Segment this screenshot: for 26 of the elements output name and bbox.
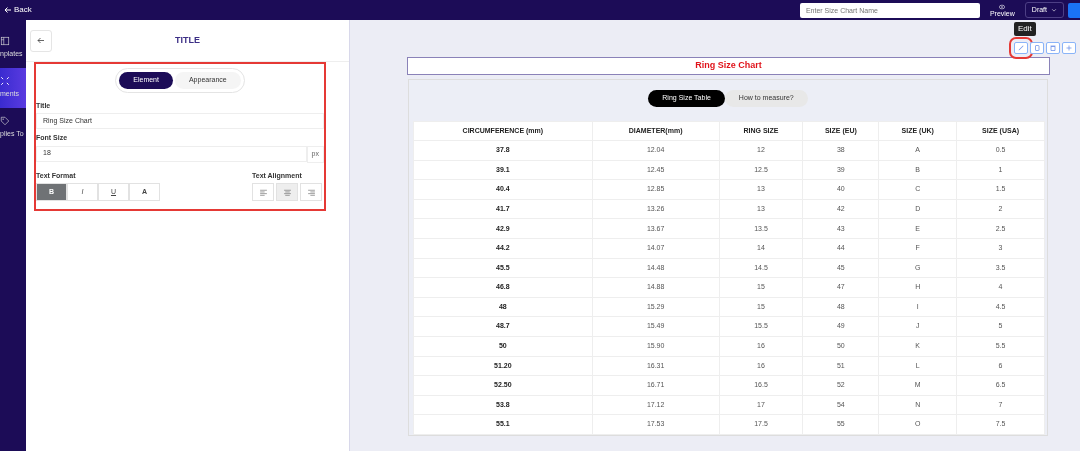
back-button[interactable]: Back (0, 4, 36, 16)
chart-title: Ring Size Chart (407, 57, 1050, 75)
align-button[interactable] (276, 183, 298, 201)
eye-icon (998, 3, 1007, 10)
pencil-icon (1017, 44, 1025, 52)
align-button[interactable] (300, 183, 322, 201)
delete-button[interactable] (1046, 42, 1060, 54)
align-center-icon (282, 187, 292, 197)
align-right-icon (306, 187, 316, 197)
plus-icon (1065, 44, 1073, 52)
arrow-left-icon (37, 36, 45, 45)
save-button[interactable] (1068, 2, 1080, 18)
copy-icon (1033, 44, 1041, 52)
align-button[interactable] (252, 183, 274, 201)
chevron-down-icon (1051, 7, 1057, 13)
arrow-left-icon (4, 6, 12, 14)
tag-icon (0, 116, 10, 127)
trash-icon (1049, 44, 1057, 52)
tooltip: Edit (1014, 22, 1036, 36)
panel-title: TITLE (174, 33, 201, 47)
arrows-icon (0, 76, 10, 87)
copy-button[interactable] (1030, 42, 1044, 54)
add-button[interactable] (1062, 42, 1076, 54)
back-button[interactable] (30, 29, 52, 52)
align-left-icon (258, 187, 268, 197)
layout-icon (0, 36, 10, 47)
